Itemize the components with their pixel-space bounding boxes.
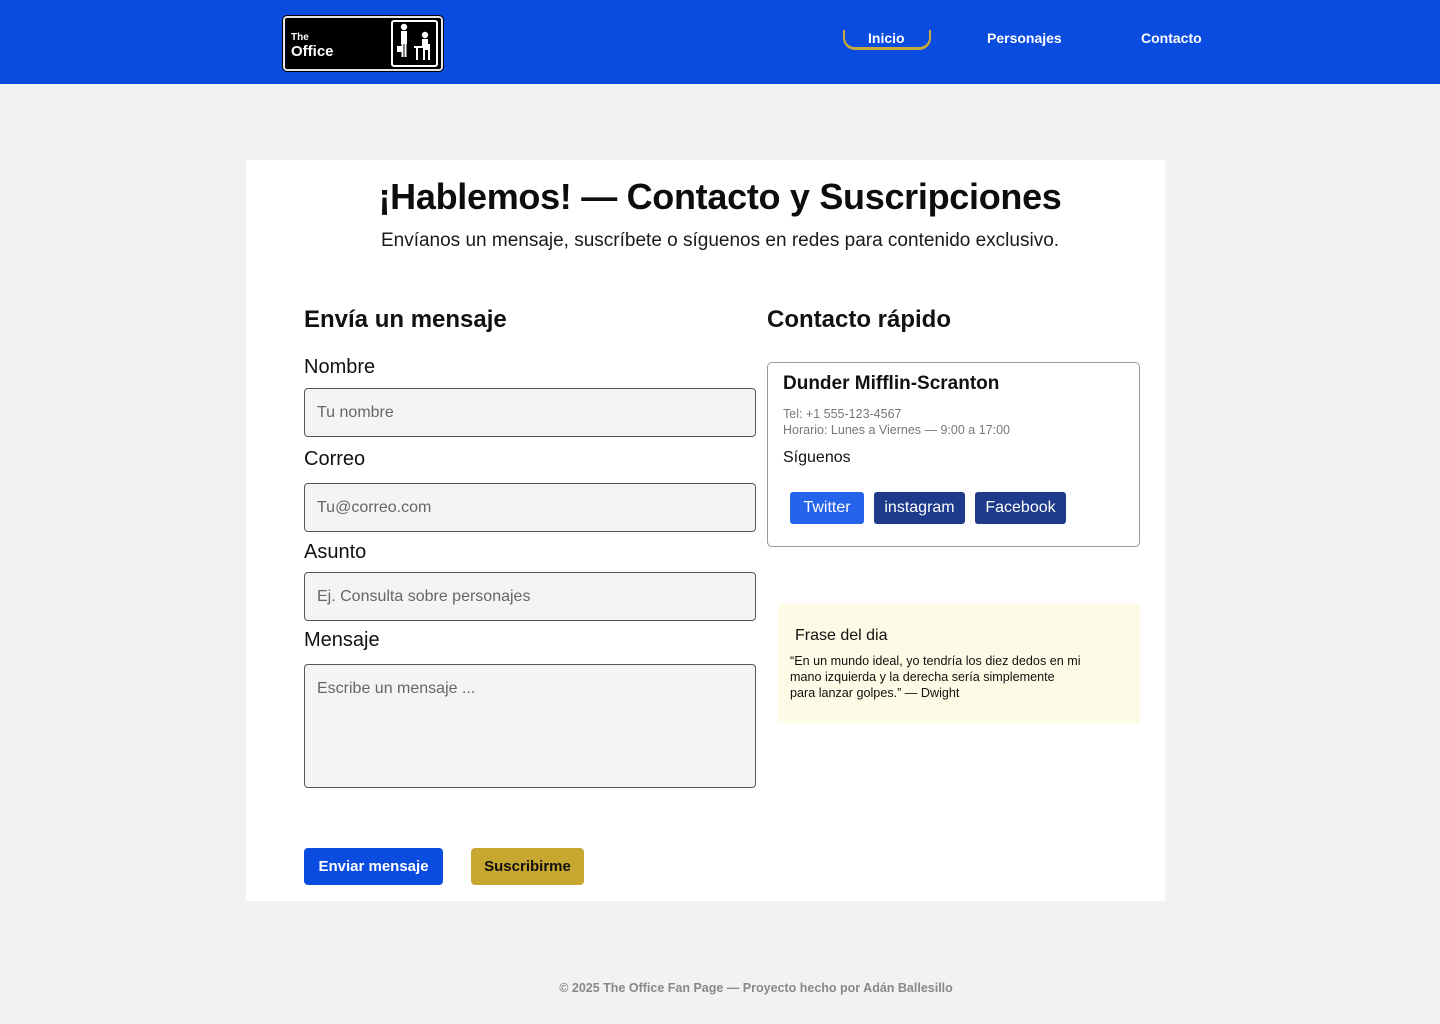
follow-label: Síguenos xyxy=(783,449,851,466)
logo-line-2: Office xyxy=(291,43,334,60)
quick-contact-box: Dunder Mifflin-Scranton Tel: +1 555-123-… xyxy=(767,362,1140,547)
page-subtitle: Envíanos un mensaje, suscríbete o síguen… xyxy=(380,230,1060,251)
subscribe-button[interactable]: Suscribirme xyxy=(471,848,584,885)
company-name: Dunder Mifflin-Scranton xyxy=(783,373,1000,394)
nav-inicio[interactable]: Inicio xyxy=(868,30,905,46)
the-office-logo[interactable]: The Office xyxy=(282,15,444,72)
facebook-button[interactable]: Facebook xyxy=(975,492,1066,524)
email-input[interactable] xyxy=(304,483,756,532)
email-label: Correo xyxy=(304,448,366,470)
message-label: Mensaje xyxy=(304,629,380,651)
subject-label: Asunto xyxy=(304,541,367,563)
top-navbar: The Office Inicio Personajes Contacto xyxy=(0,0,1440,84)
form-heading: Envía un mensaje xyxy=(304,306,507,333)
quote-line-3: para lanzar golpes.” — Dwight xyxy=(790,686,960,700)
logo-line-1: The xyxy=(291,32,309,43)
name-label: Nombre xyxy=(304,356,376,378)
company-hours: Horario: Lunes a Viernes — 9:00 a 17:00 xyxy=(783,423,1010,437)
message-textarea[interactable] xyxy=(304,664,756,788)
subject-input[interactable] xyxy=(304,572,756,621)
office-figures-icon xyxy=(391,20,438,67)
instagram-button[interactable]: instagram xyxy=(874,492,965,524)
logo-text: The Office xyxy=(291,32,334,60)
send-message-button[interactable]: Enviar mensaje xyxy=(304,848,443,885)
nav-personajes[interactable]: Personajes xyxy=(987,30,1062,46)
quote-of-the-day: Frase del dia “En un mundo ideal, yo ten… xyxy=(778,604,1140,723)
quote-line-1: “En un mundo ideal, yo tendría los diez … xyxy=(790,654,1081,668)
quote-text: “En un mundo ideal, yo tendría los diez … xyxy=(790,653,1120,701)
page-title: ¡Hablemos! — Contacto y Suscripciones xyxy=(378,176,1062,217)
nav-contacto[interactable]: Contacto xyxy=(1141,30,1202,46)
company-phone: Tel: +1 555-123-4567 xyxy=(783,407,902,421)
name-input[interactable] xyxy=(304,388,756,437)
twitter-button[interactable]: Twitter xyxy=(790,492,864,524)
quick-contact-heading: Contacto rápido xyxy=(767,306,951,333)
quote-title: Frase del dia xyxy=(795,627,888,644)
quote-line-2: mano izquierda y la derecha sería simple… xyxy=(790,670,1055,684)
footer-text: © 2025 The Office Fan Page — Proyecto he… xyxy=(559,981,953,995)
